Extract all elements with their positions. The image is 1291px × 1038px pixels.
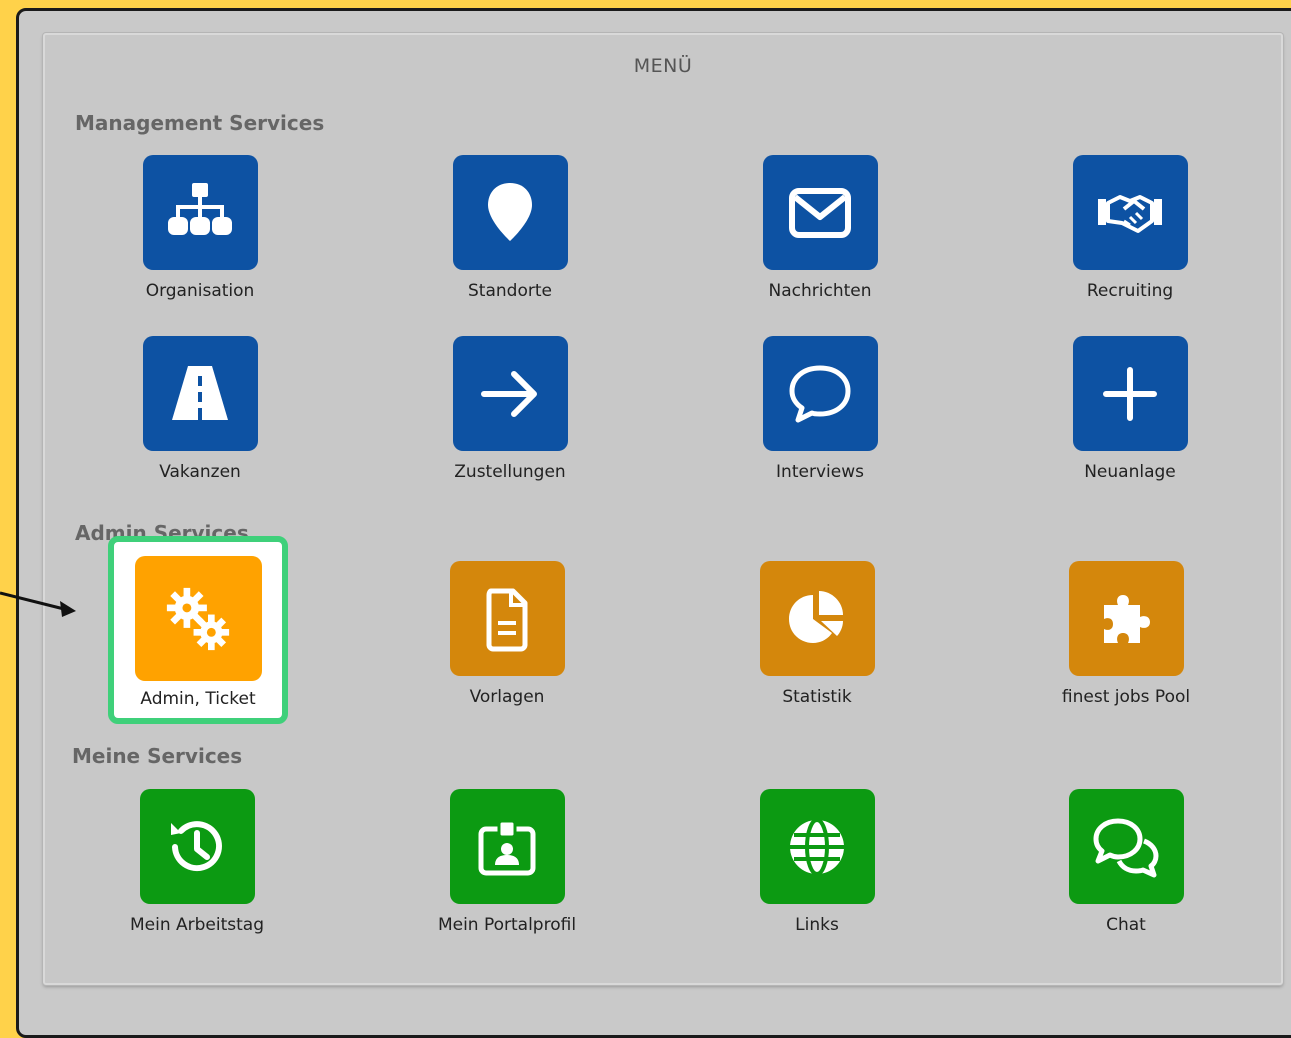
tile-icon-box xyxy=(1072,336,1188,451)
tile-icon-box xyxy=(142,155,258,270)
tile-label: Links xyxy=(795,915,839,935)
tile-organisation[interactable]: Organisation xyxy=(100,155,300,301)
map-pin-icon xyxy=(488,182,532,241)
tile-icon-box xyxy=(452,336,568,451)
gears-icon xyxy=(166,587,230,650)
puzzle-icon xyxy=(1104,594,1150,643)
document-icon xyxy=(486,588,528,651)
tile-zustellungen[interactable]: Zustellungen xyxy=(410,336,610,482)
tile-label: Chat xyxy=(1106,915,1146,935)
tile-label: Statistik xyxy=(782,687,852,707)
tile-label: Vorlagen xyxy=(469,687,545,707)
id-badge-icon xyxy=(478,819,536,875)
tile-nachrichten[interactable]: Nachrichten xyxy=(720,155,920,301)
tile-label: Recruiting xyxy=(1086,281,1174,301)
arrow-right-icon xyxy=(481,370,537,417)
tile-neuanlage[interactable]: Neuanlage xyxy=(1030,336,1230,482)
tile-links[interactable]: Links xyxy=(717,789,917,935)
tile-mein-arbeitstag[interactable]: Mein Arbeitstag xyxy=(97,789,297,935)
tile-icon-box xyxy=(449,789,565,904)
tile-icon-box xyxy=(762,336,878,451)
tile-statistik[interactable]: Statistik xyxy=(717,561,917,707)
tile-finest-jobs-pool[interactable]: finest jobs Pool xyxy=(1026,561,1226,707)
pie-chart-icon xyxy=(789,590,843,643)
tile-label: Neuanlage xyxy=(1084,462,1176,482)
tile-standorte[interactable]: Standorte xyxy=(410,155,610,301)
tile-vorlagen[interactable]: Vorlagen xyxy=(407,561,607,707)
tile-vakanzen[interactable]: Vakanzen xyxy=(100,336,300,482)
tile-icon-box xyxy=(1068,789,1184,904)
tile-label: Admin, Ticket xyxy=(140,689,256,709)
history-clock-icon xyxy=(171,820,222,871)
tile-icon-box xyxy=(449,561,565,676)
globe-icon xyxy=(790,817,844,876)
tile-label: Organisation xyxy=(145,281,255,301)
plus-icon xyxy=(1103,366,1157,421)
envelope-icon xyxy=(789,187,851,238)
tile-label: Nachrichten xyxy=(768,281,872,301)
tile-label: Standorte xyxy=(468,281,552,301)
tile-label: Mein Arbeitstag xyxy=(129,915,265,935)
tile-label: Interviews xyxy=(776,462,864,482)
tile-recruiting[interactable]: Recruiting xyxy=(1030,155,1230,301)
tile-icon-box xyxy=(1072,155,1188,270)
tile-label: finest jobs Pool xyxy=(1061,687,1191,707)
tile-label: Vakanzen xyxy=(159,462,241,482)
tile-icon-box xyxy=(142,336,258,451)
tile-icon-box xyxy=(1068,561,1184,676)
tile-icon-box xyxy=(759,789,875,904)
tile-mein-portalprofil[interactable]: Mein Portalprofil xyxy=(407,789,607,935)
section-title-meine: Meine Services xyxy=(72,744,243,768)
tile-icon-box xyxy=(759,561,875,676)
tile-label: Mein Portalprofil xyxy=(437,915,577,935)
tile-icon-box xyxy=(762,155,878,270)
tile-chat[interactable]: Chat xyxy=(1026,789,1226,935)
speech-bubble-icon xyxy=(789,365,851,422)
chat-bubbles-icon xyxy=(1093,818,1159,877)
menu-title: MENÜ xyxy=(633,55,693,77)
tile-label: Zustellungen xyxy=(454,462,566,482)
tile-icon-box xyxy=(452,155,568,270)
road-icon xyxy=(172,365,228,420)
tile-icon-box xyxy=(139,789,255,904)
handshake-icon xyxy=(1098,194,1162,233)
tile-interviews[interactable]: Interviews xyxy=(720,336,920,482)
tile-icon-box xyxy=(134,556,262,681)
section-title-management: Management Services xyxy=(75,111,325,135)
annotation-arrow-icon xyxy=(0,591,76,617)
org-chart-icon xyxy=(168,182,232,235)
tile-admin-ticket[interactable]: Admin, Ticket xyxy=(98,556,298,709)
